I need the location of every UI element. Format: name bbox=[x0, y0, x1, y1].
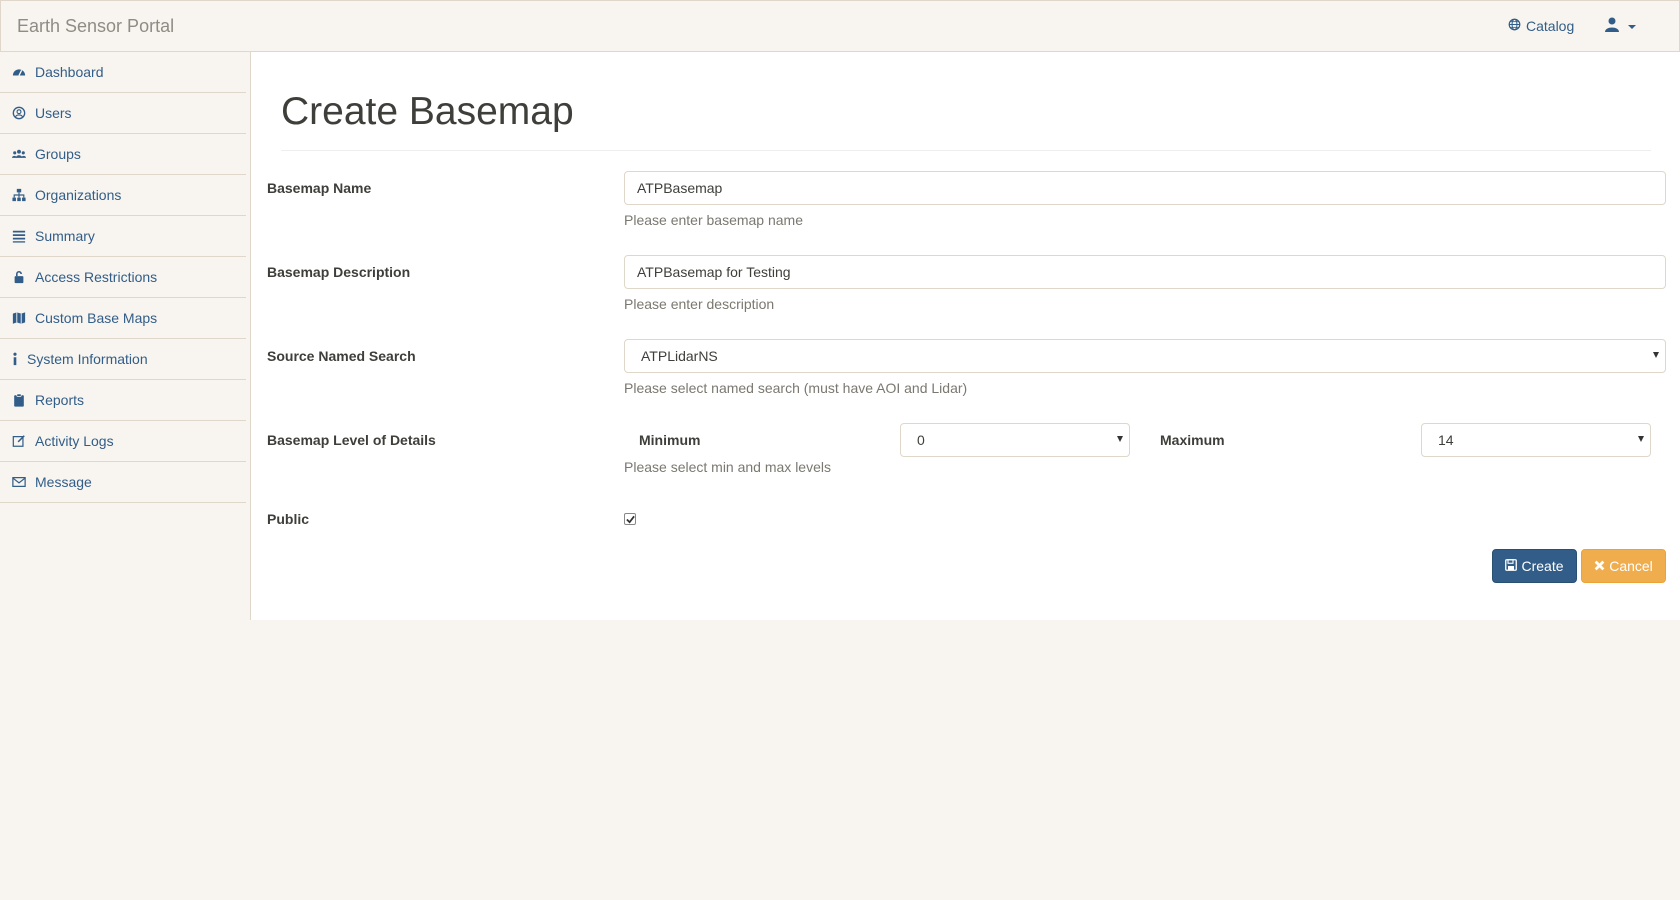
sidebar-item-access-restrictions[interactable]: Access Restrictions bbox=[0, 257, 246, 298]
clipboard-icon bbox=[11, 392, 27, 408]
catalog-label: Catalog bbox=[1526, 18, 1575, 34]
globe-icon bbox=[1508, 18, 1521, 34]
minimum-label: Minimum bbox=[639, 432, 701, 448]
basemap-name-label: Basemap Name bbox=[267, 180, 372, 196]
basemap-name-input[interactable]: ATPBasemap bbox=[624, 171, 1666, 205]
level-of-details-help: Please select min and max levels bbox=[624, 459, 831, 475]
checkmark-icon bbox=[625, 511, 635, 527]
sidebar-item-groups[interactable]: Groups bbox=[0, 134, 246, 175]
app-title[interactable]: Earth Sensor Portal bbox=[17, 16, 174, 37]
catalog-link[interactable]: Catalog bbox=[1508, 18, 1574, 34]
sidebar-item-activity-logs[interactable]: Activity Logs bbox=[0, 421, 246, 462]
sidebar-item-organizations[interactable]: Organizations bbox=[0, 175, 246, 216]
sidebar-item-label: Access Restrictions bbox=[35, 269, 158, 285]
sidebar-item-label: Custom Base Maps bbox=[35, 310, 158, 326]
sidebar-item-label: System Information bbox=[27, 351, 148, 367]
sitemap-icon bbox=[11, 187, 27, 203]
maximum-level-select[interactable]: 14 bbox=[1421, 423, 1651, 457]
minimum-level-select[interactable]: 0 bbox=[900, 423, 1130, 457]
sidebar-item-label: Groups bbox=[35, 146, 81, 162]
basemap-name-value: ATPBasemap bbox=[637, 180, 723, 196]
user-menu-toggle[interactable] bbox=[1605, 17, 1636, 35]
level-of-details-label: Basemap Level of Details bbox=[267, 432, 436, 448]
source-named-search-select[interactable]: ATPLidarNS bbox=[624, 339, 1666, 373]
sidebar-item-custom-base-maps[interactable]: Custom Base Maps bbox=[0, 298, 246, 339]
sidebar-item-label: Dashboard bbox=[35, 64, 104, 80]
page-title: Create Basemap bbox=[281, 90, 574, 133]
sidebar-item-label: Summary bbox=[35, 228, 95, 244]
create-label: Create bbox=[1521, 558, 1564, 574]
save-icon bbox=[1505, 558, 1518, 574]
sidebar-item-system-information[interactable]: System Information bbox=[0, 339, 246, 380]
source-named-search-label: Source Named Search bbox=[267, 348, 416, 364]
sidebar-item-summary[interactable]: Summary bbox=[0, 216, 246, 257]
minimum-level-value: 0 bbox=[917, 432, 925, 448]
basemap-description-label: Basemap Description bbox=[267, 264, 411, 280]
user-circle-icon bbox=[11, 105, 27, 121]
sidebar-item-users[interactable]: Users bbox=[0, 93, 246, 134]
edit-icon bbox=[11, 433, 27, 449]
cancel-label: Cancel bbox=[1609, 558, 1653, 574]
map-icon bbox=[11, 310, 27, 326]
chevron-down-icon bbox=[1628, 25, 1636, 29]
close-icon bbox=[1594, 558, 1605, 574]
basemap-name-help: Please enter basemap name bbox=[624, 212, 803, 228]
chevron-down-icon bbox=[1638, 436, 1644, 442]
public-label: Public bbox=[267, 511, 310, 527]
info-icon bbox=[11, 351, 19, 367]
cancel-button[interactable]: Cancel bbox=[1581, 549, 1666, 583]
dashboard-icon bbox=[11, 64, 27, 80]
source-named-search-value: ATPLidarNS bbox=[641, 348, 718, 364]
sidebar-item-message[interactable]: Message bbox=[0, 462, 246, 503]
basemap-description-help: Please enter description bbox=[624, 296, 775, 312]
sidebar: Dashboard Users Groups Organizations Sum… bbox=[0, 52, 250, 900]
chevron-down-icon bbox=[1653, 352, 1659, 358]
sidebar-item-label: Activity Logs bbox=[35, 433, 114, 449]
source-named-search-help: Please select named search (must have AO… bbox=[624, 380, 968, 396]
sidebar-item-label: Users bbox=[35, 105, 72, 121]
groups-icon bbox=[11, 146, 27, 162]
list-icon bbox=[11, 228, 27, 244]
public-checkbox[interactable] bbox=[624, 513, 636, 525]
maximum-level-value: 14 bbox=[1438, 432, 1454, 448]
sidebar-item-label: Message bbox=[35, 474, 92, 490]
sidebar-item-dashboard[interactable]: Dashboard bbox=[0, 52, 246, 93]
unlock-icon bbox=[11, 269, 27, 285]
create-button[interactable]: Create bbox=[1492, 549, 1577, 583]
basemap-description-input[interactable]: ATPBasemap for Testing bbox=[624, 255, 1666, 289]
user-icon bbox=[1605, 17, 1619, 35]
top-navbar: Earth Sensor Portal Catalog bbox=[0, 0, 1680, 52]
envelope-icon bbox=[11, 474, 27, 490]
sidebar-item-reports[interactable]: Reports bbox=[0, 380, 246, 421]
chevron-down-icon bbox=[1117, 436, 1123, 442]
maximum-label: Maximum bbox=[1160, 432, 1225, 448]
divider bbox=[281, 150, 1651, 151]
main-content: Create Basemap Basemap Name ATPBasemap P… bbox=[250, 52, 1680, 620]
sidebar-item-label: Reports bbox=[35, 392, 85, 408]
basemap-description-value: ATPBasemap for Testing bbox=[637, 264, 791, 280]
sidebar-item-label: Organizations bbox=[35, 187, 122, 203]
